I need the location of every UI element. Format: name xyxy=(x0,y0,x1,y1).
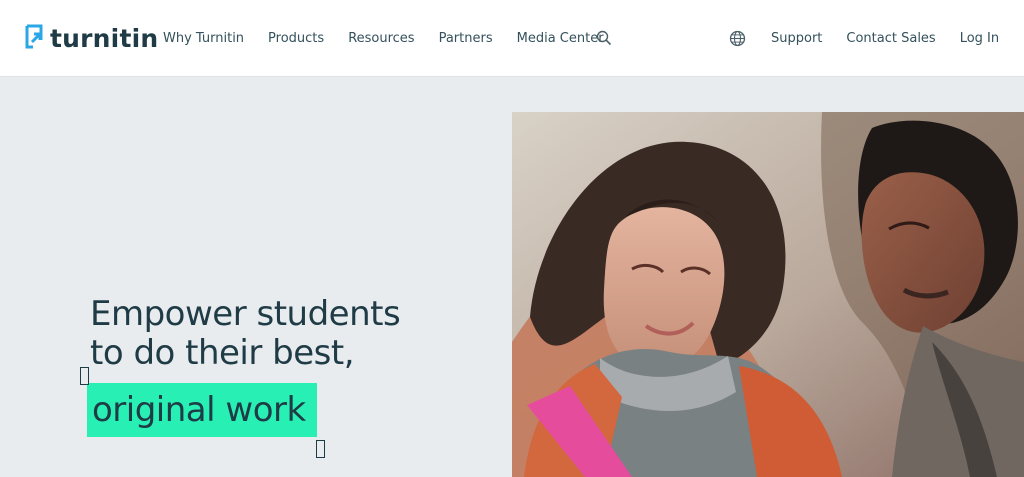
nav-item-media-center[interactable]: Media Center xyxy=(517,31,604,46)
headline-line-2: to do their best, xyxy=(90,333,355,373)
top-navigation-bar: turnitin Why Turnitin Products Resources… xyxy=(0,0,1024,77)
headline-line-1: Empower students xyxy=(90,294,401,334)
text-caret-top xyxy=(80,367,89,385)
search-icon[interactable] xyxy=(596,30,612,46)
utility-nav: Support Contact Sales Log In xyxy=(771,31,999,46)
turnitin-logo[interactable]: turnitin xyxy=(24,22,158,54)
hero-headline: Empower students to do their best, xyxy=(90,295,480,373)
main-nav: Why Turnitin Products Resources Partners… xyxy=(163,31,604,46)
headline-highlight: original work xyxy=(87,383,317,437)
text-caret-bottom xyxy=(316,440,325,458)
nav-item-resources[interactable]: Resources xyxy=(348,31,414,46)
hero-image xyxy=(512,112,1024,477)
turnitin-logo-icon xyxy=(24,22,44,54)
nav-item-products[interactable]: Products xyxy=(268,31,324,46)
globe-icon[interactable] xyxy=(729,30,746,47)
headline-highlight-text: original work xyxy=(92,390,306,430)
nav-item-partners[interactable]: Partners xyxy=(439,31,493,46)
nav-item-log-in[interactable]: Log In xyxy=(960,31,999,46)
nav-item-support[interactable]: Support xyxy=(771,31,822,46)
nav-item-why-turnitin[interactable]: Why Turnitin xyxy=(163,31,244,46)
brand-name: turnitin xyxy=(50,23,159,53)
nav-item-contact-sales[interactable]: Contact Sales xyxy=(846,31,935,46)
